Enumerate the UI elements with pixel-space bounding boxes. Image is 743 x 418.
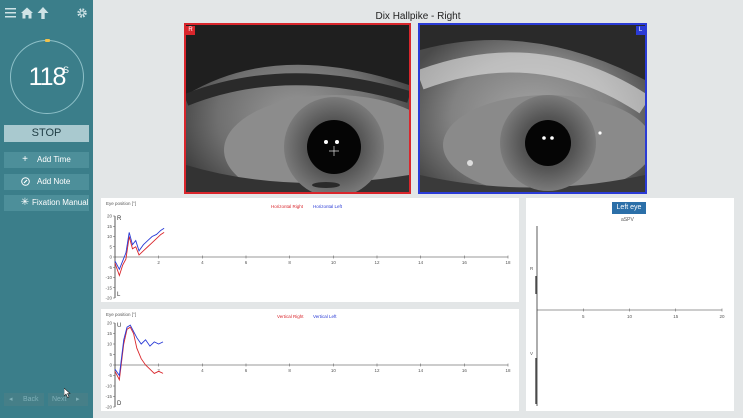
fixation-icon: ✳	[20, 197, 30, 208]
x-tick-label: 6	[245, 368, 248, 373]
y-tick-label: 20	[107, 321, 113, 326]
camera-label-right: R	[186, 26, 195, 35]
x-tick-label: 12	[374, 260, 380, 265]
y-tick-label: -10	[105, 384, 112, 389]
left-eye-image	[420, 25, 645, 192]
x-tick-label: 6	[245, 260, 248, 265]
left-eye-camera: L	[418, 23, 647, 194]
plus-icon: +	[22, 154, 28, 165]
y-tick-label: 15	[107, 224, 113, 229]
y-tick-label: -15	[105, 285, 112, 290]
add-note-label: Add Note	[37, 177, 71, 186]
y-tick-label: 0	[109, 363, 112, 368]
y-tick-label: -5	[108, 373, 112, 378]
timer-unit: S	[63, 65, 70, 75]
right-eye-camera: R	[184, 23, 411, 194]
countdown-timer: 118 S	[10, 39, 84, 114]
spv-x-tick-label: 15	[673, 314, 679, 319]
y-tick-label: 10	[107, 234, 113, 239]
y-tick-label: 20	[107, 214, 113, 219]
y-tick-label: -20	[105, 405, 112, 410]
pencil-icon	[20, 174, 30, 192]
mouse-cursor-icon	[64, 388, 71, 398]
axis-top-label: U	[117, 323, 121, 329]
right-eye-image	[186, 25, 409, 192]
back-label: Back	[23, 396, 39, 403]
x-tick-label: 2	[157, 260, 160, 265]
add-time-button[interactable]: + Add Time	[4, 152, 89, 168]
spv-chart-svg: 5 10 15 20 R V	[530, 226, 725, 406]
x-tick-label: 18	[505, 260, 511, 265]
y-tick-label: 0	[109, 255, 112, 260]
x-tick-label: 8	[288, 368, 291, 373]
chevron-right-icon: ▸	[76, 396, 80, 403]
add-note-button[interactable]: Add Note	[4, 174, 89, 190]
y-tick-label: -10	[105, 275, 112, 280]
back-button[interactable]: ◂ Back	[4, 393, 44, 406]
x-tick-label: 18	[505, 368, 511, 373]
vertical-position-chart: Eye position [°] Vertical Right Vertical…	[101, 309, 519, 411]
timer-marker	[45, 39, 50, 42]
axis-bottom-label: D	[117, 401, 122, 407]
horizontal-chart-svg: 20 15 10 5 0 -5 -10 -15 -20 2 4 6 8 10 12 14 16 18 R L	[105, 214, 511, 301]
series-line-0	[114, 232, 165, 277]
spv-x-tick-label: 10	[627, 314, 633, 319]
gear-icon[interactable]	[76, 6, 92, 22]
fixation-manual-label: Fixation Manual	[32, 198, 89, 207]
x-tick-label: 10	[331, 368, 337, 373]
spv-label-r: R	[530, 266, 534, 271]
y-tick-label: 5	[109, 352, 112, 357]
x-tick-label: 16	[462, 368, 468, 373]
camera-label-left: L	[636, 26, 645, 35]
y-tick-label: -5	[108, 265, 112, 270]
stop-button[interactable]: STOP	[4, 125, 89, 142]
y-tick-label: 15	[107, 331, 113, 336]
y-tick-label: 5	[109, 244, 112, 249]
spv-title: aSPV	[621, 217, 634, 223]
chevron-left-icon: ◂	[9, 396, 13, 403]
y-tick-label: -20	[105, 296, 112, 301]
x-tick-label: 4	[201, 368, 204, 373]
spv-chart-panel: 5 10 15 20 R V	[526, 198, 734, 411]
x-tick-label: 16	[462, 260, 468, 265]
x-tick-label: 14	[418, 260, 424, 265]
sidebar: 118 S STOP + Add Time Add Note ✳ Fixatio…	[0, 0, 93, 418]
x-tick-label: 14	[418, 368, 424, 373]
home-icon[interactable]	[20, 6, 36, 22]
vertical-chart-svg: 20151050-5-10-15-202 4 6 8 10 12 14 16 18UD	[105, 321, 511, 410]
page-title: Dix Hallpike - Right	[375, 11, 461, 22]
menu-icon[interactable]	[4, 6, 20, 22]
fixation-manual-button[interactable]: ✳ Fixation Manual	[4, 195, 89, 211]
y-tick-label: 10	[107, 342, 113, 347]
sidebar-toolbar	[4, 6, 90, 22]
horizontal-position-chart: Eye position [°] Horizontal Right Horizo…	[101, 198, 519, 302]
add-time-label: Add Time	[37, 155, 71, 164]
axis-top-label: R	[117, 216, 122, 222]
x-tick-label: 10	[331, 260, 337, 265]
upload-arrow-icon[interactable]	[36, 6, 52, 22]
spv-label-v: V	[530, 351, 533, 356]
series-line-1	[114, 324, 164, 377]
left-eye-button[interactable]: Left eye	[612, 202, 646, 214]
spv-x-tick-label: 20	[719, 314, 725, 319]
timer-value: 118	[28, 63, 67, 91]
x-tick-label: 12	[374, 368, 380, 373]
spv-x-tick-label: 5	[582, 314, 585, 319]
axis-bottom-label: L	[117, 292, 121, 298]
x-tick-label: 4	[201, 260, 204, 265]
x-tick-label: 8	[288, 260, 291, 265]
y-tick-label: -15	[105, 394, 112, 399]
